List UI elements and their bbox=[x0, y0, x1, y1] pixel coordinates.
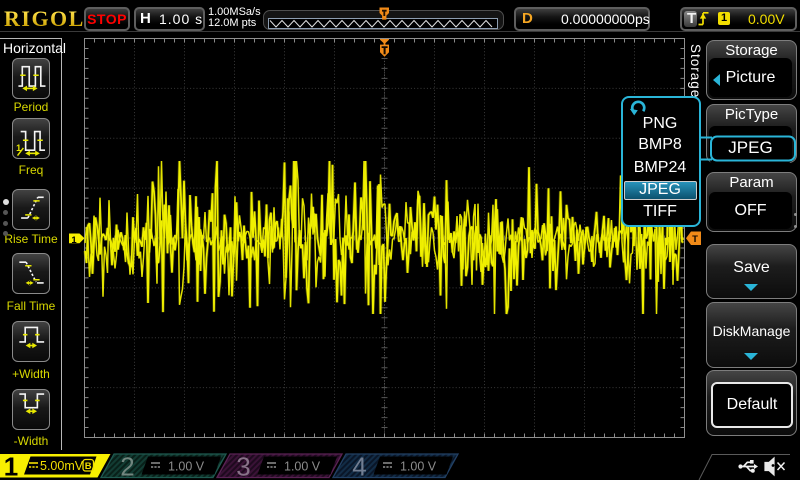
svg-text:4: 4 bbox=[352, 452, 366, 480]
svg-text:1.00 V: 1.00 V bbox=[168, 460, 205, 474]
svg-text:1.00 V: 1.00 V bbox=[400, 460, 437, 474]
svg-text:2: 2 bbox=[120, 452, 134, 480]
svg-text:5.00mV: 5.00mV bbox=[40, 459, 84, 473]
svg-text:3: 3 bbox=[236, 452, 250, 480]
svg-text:B: B bbox=[85, 461, 92, 472]
svg-text:1: 1 bbox=[71, 235, 77, 246]
svg-text:1: 1 bbox=[4, 452, 18, 480]
svg-text:1.00 V: 1.00 V bbox=[284, 460, 321, 474]
svg-text:T: T bbox=[692, 234, 698, 245]
